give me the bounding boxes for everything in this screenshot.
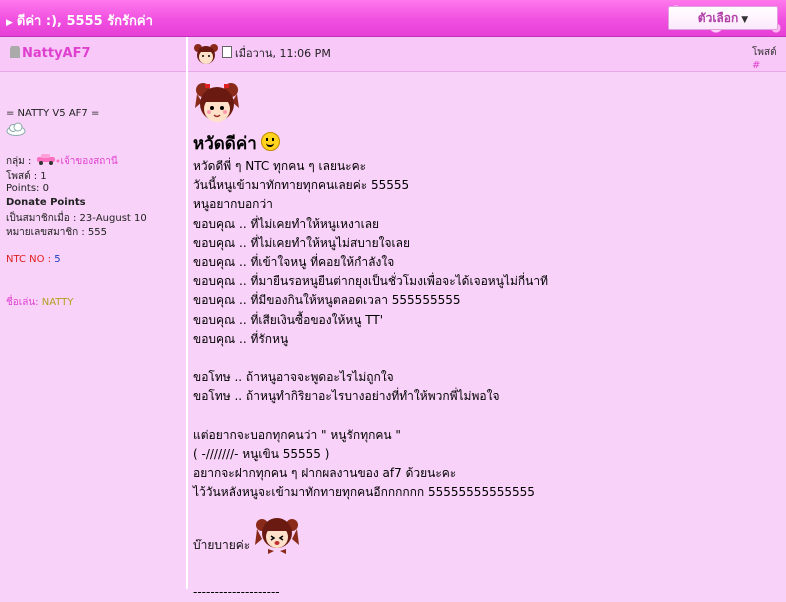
post-label-hash: #	[752, 60, 761, 71]
profile-posts: โพสต์ : 1	[6, 171, 47, 182]
topic-title-bar: ▶ ดีค่า :), 5555 รักรักค่า ตัวเลือก ▼	[0, 0, 786, 37]
author-username[interactable]: NattyAF7	[10, 46, 91, 61]
post-line: หวัดดีพี่ ๆ NTC ทุกคน ๆ เลยนะคะ	[193, 159, 367, 173]
post-line: ขอบคุณ .. ที่มีของกินให้หนูตลอดเวลา 5555…	[193, 293, 461, 308]
arrow-right-icon: ▶	[6, 18, 13, 28]
post-line: ขอบคุณ .. ที่เสียเงินซื้อของให้หนู TT'	[193, 312, 384, 327]
topic-title-text: ดีค่า :), 5555 รักรักค่า	[16, 14, 153, 29]
user-icon	[10, 46, 20, 58]
profile-tagline: = NATTY V5 AF7 =	[6, 108, 100, 119]
profile-ntc-number: NTC NO : 5	[6, 254, 61, 265]
post-heading-text: หวัดดีค่า	[193, 134, 257, 154]
post-line: ขอบคุณ .. ที่ไม่เคยทำให้หนูไม่สบายใจเลย	[193, 235, 411, 250]
mini-avatar-icon	[194, 44, 218, 64]
signature-separator: --------------------	[193, 584, 280, 599]
post-heading: หวัดดีค่า	[193, 130, 773, 157]
donate-points-link[interactable]: Donate Points	[6, 197, 86, 208]
nickname-label: ชื่อเล่น:	[6, 297, 39, 308]
bye-row: บ๊ายบายค่ะ	[193, 511, 773, 555]
post-line: อยากจะฝากทุกคน ๆ ฝากผลงานของ af7 ด้วยนะค…	[193, 466, 457, 481]
caret-down-icon: ▼	[741, 15, 749, 25]
bye-text: บ๊ายบายค่ะ	[193, 537, 251, 552]
post-meta: เมื่อวาน, 11:06 PM	[194, 42, 331, 66]
post-lines: หวัดดีพี่ ๆ NTC ทุกคน ๆ เลยนะคะวันนี้หนู…	[193, 157, 773, 503]
profile-points: Points: 0	[6, 183, 49, 194]
post-line: ขอโทษ .. ถ้าหนูทำกิริยาอะไรบางอย่างที่ทำ…	[193, 389, 500, 404]
post-body: หวัดดีค่า หวัดดีพี่ ๆ NTC ทุกคน ๆ เลยนะค…	[193, 80, 773, 602]
post-number-label[interactable]: โพสต์ #	[752, 45, 786, 71]
post-line: แต่อยากจะบอกทุกคนว่า " หนูรักทุกคน "	[193, 427, 401, 442]
nickname-value: NATTY	[41, 297, 74, 308]
post-timestamp: เมื่อวาน, 11:06 PM	[235, 47, 331, 60]
girl-bye-avatar-icon	[255, 517, 300, 554]
post-line: วันนี้หนูเข้ามาทักทายทุกคนเลยค่ะ 55555	[193, 178, 410, 193]
post-line: ขอบคุณ .. ที่รักหนู	[193, 331, 289, 346]
post-line: หนูอยากบอกว่า	[193, 197, 273, 212]
profile-nickname: ชื่อเล่น: NATTY	[6, 295, 73, 310]
profile-joined: เป็นสมาชิกเมื่อ : 23-August 10	[6, 213, 147, 224]
options-button-label: ตัวเลือก	[697, 11, 739, 25]
post-line: ( -///////- หนูเขิน 55555 )	[193, 447, 330, 462]
post-line: ขอบคุณ .. ที่เข้าใจหนู ที่คอยให้กำลังใจ	[193, 255, 395, 270]
girl-avatar-icon	[195, 83, 239, 122]
topic-title: ▶ ดีค่า :), 5555 รักรักค่า	[6, 10, 153, 31]
column-divider	[186, 37, 188, 589]
options-button[interactable]: ตัวเลือก ▼	[668, 6, 778, 30]
ntc-label: NTC NO :	[6, 254, 52, 265]
group-value: เจ้าของสถานี	[60, 156, 118, 167]
post-line: ขอบคุณ .. ที่ไม่เคยทำให้หนูเหงาเลย	[193, 216, 380, 231]
document-icon	[222, 46, 232, 58]
car-icon	[36, 154, 60, 165]
group-label: กลุ่ม :	[6, 156, 32, 167]
post-label-text: โพสต์	[752, 47, 777, 58]
profile-group: กลุ่ม : เจ้าของสถานี	[6, 154, 118, 169]
smiley-icon	[260, 132, 280, 151]
cloud-icon	[6, 122, 26, 136]
author-username-text: NattyAF7	[22, 46, 91, 61]
post-line: ขอบคุณ .. ที่มายืนรอหนูยืนต่ากยุงเป็นชั่…	[193, 274, 548, 289]
post-line: ขอโทษ .. ถ้าหนูอาจจะพูดอะไรไม่ถูกใจ	[193, 370, 394, 385]
profile-member-number: หมายเลขสมาชิก : 555	[6, 227, 108, 238]
ntc-value: 5	[54, 254, 61, 265]
post-line: ไว้วันหลังหนูจะเข้ามาทักทายทุกคนอีกกกกกก…	[193, 485, 535, 500]
